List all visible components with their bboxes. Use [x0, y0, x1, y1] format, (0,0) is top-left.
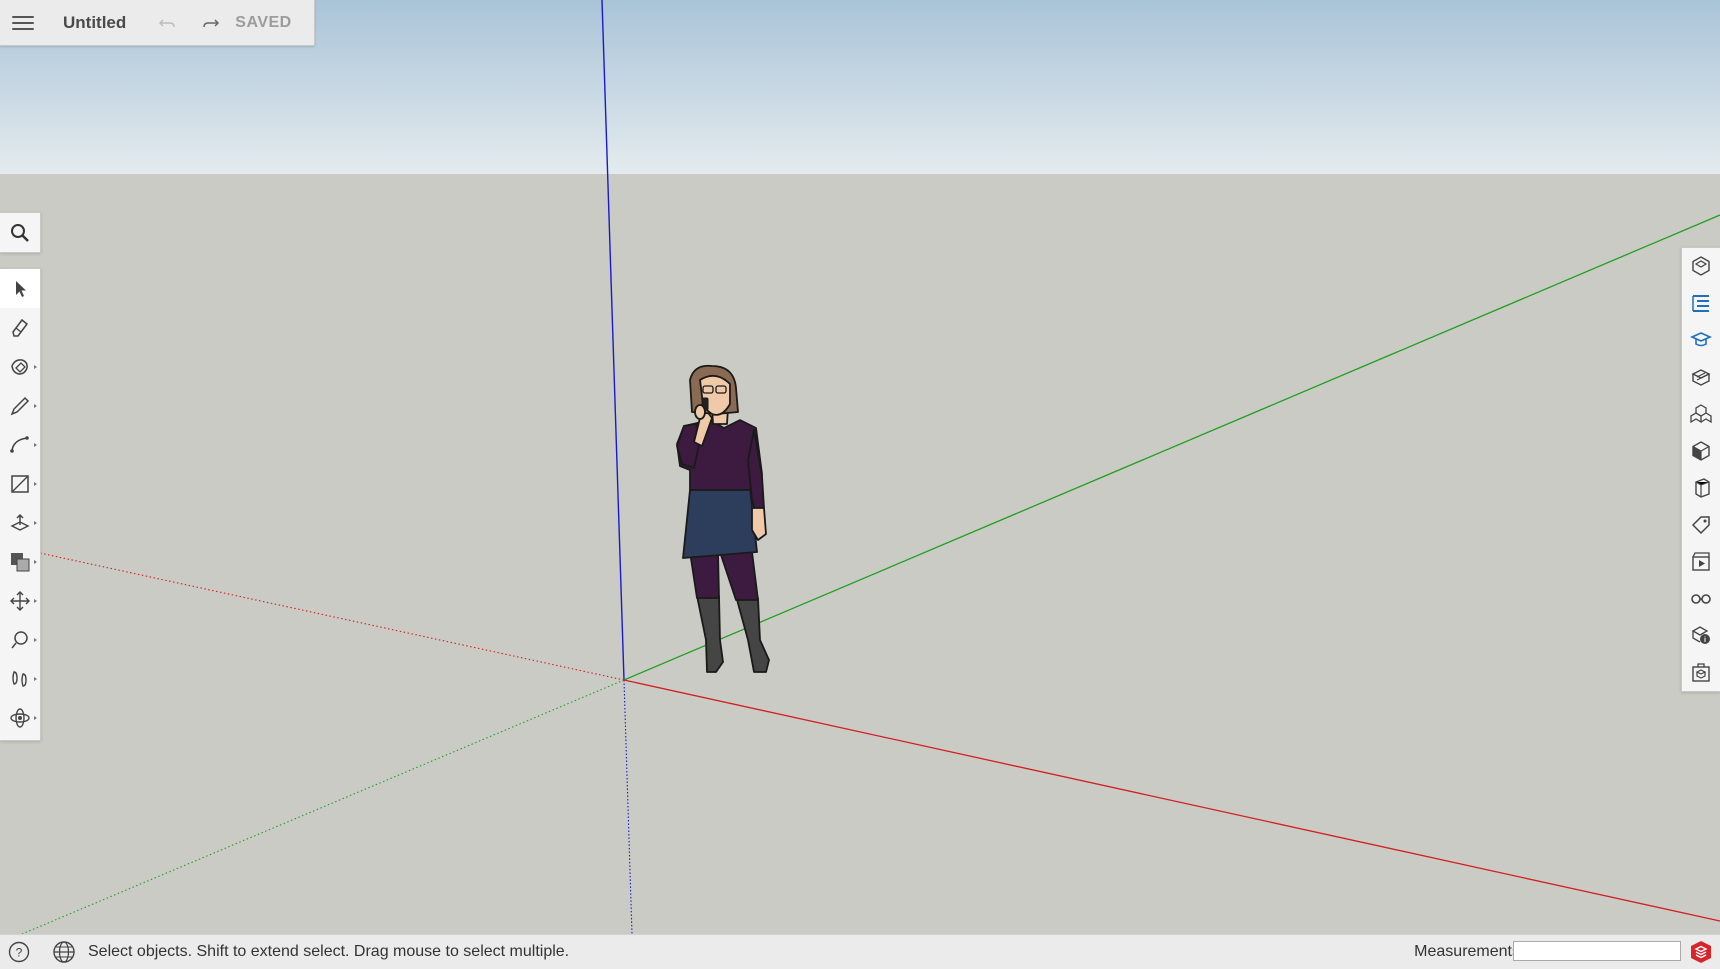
- push-pull-icon[interactable]: [0, 503, 40, 542]
- orbit-icon[interactable]: [0, 698, 40, 737]
- svg-text:i: i: [1704, 637, 1706, 644]
- model-info-icon[interactable]: i: [1682, 617, 1720, 654]
- measurements-input[interactable]: [1513, 941, 1681, 961]
- status-message: Select objects. Shift to extend select. …: [88, 943, 570, 960]
- hamburger-menu-icon[interactable]: [12, 15, 34, 30]
- components-icon[interactable]: [1682, 396, 1720, 433]
- scenes-icon[interactable]: [1682, 543, 1720, 580]
- paint-bucket-icon[interactable]: [0, 347, 40, 386]
- solid-inspector-icon[interactable]: [1682, 654, 1720, 691]
- instructor-icon[interactable]: [1682, 322, 1720, 359]
- eraser-icon[interactable]: [0, 308, 40, 347]
- tools-panel: [0, 268, 41, 741]
- help-icon[interactable]: ?: [8, 941, 30, 963]
- footprints-icon[interactable]: [0, 659, 40, 698]
- arc-icon[interactable]: [0, 425, 40, 464]
- right-panel: i: [1681, 247, 1720, 692]
- undo-icon[interactable]: [158, 14, 176, 32]
- svg-text:?: ?: [16, 946, 23, 960]
- search-icon[interactable]: [0, 213, 40, 252]
- offset-icon[interactable]: [0, 542, 40, 581]
- tags-icon[interactable]: [1682, 506, 1720, 543]
- pencil-icon[interactable]: [0, 386, 40, 425]
- status-bar: ? Select objects. Shift to extend select…: [0, 934, 1720, 969]
- styles-icon[interactable]: [1682, 432, 1720, 469]
- redo-icon[interactable]: [202, 14, 220, 32]
- outliner-icon[interactable]: [1682, 285, 1720, 322]
- document-title: Untitled: [63, 12, 127, 32]
- select-arrow-icon[interactable]: [0, 269, 40, 308]
- materials-icon[interactable]: [1682, 359, 1720, 396]
- rectangle-icon[interactable]: [0, 464, 40, 503]
- globe-icon[interactable]: [52, 940, 76, 964]
- entity-info-icon[interactable]: [1682, 248, 1720, 285]
- title-panel: Untitled SAVED: [0, 0, 315, 46]
- display-icon[interactable]: [1682, 580, 1720, 617]
- save-status: SAVED: [235, 13, 292, 31]
- measurements-label: Measurements: [1414, 943, 1520, 960]
- viewport-canvas: [0, 0, 1720, 934]
- move-icon[interactable]: [0, 581, 40, 620]
- tape-measure-icon[interactable]: [0, 620, 40, 659]
- ground: [0, 174, 1720, 934]
- search-tool-panel: [0, 212, 41, 253]
- scenes-shape-icon[interactable]: [1682, 469, 1720, 506]
- sketchup-logo-icon[interactable]: [1688, 940, 1714, 964]
- modeling-viewport[interactable]: [0, 0, 1720, 934]
